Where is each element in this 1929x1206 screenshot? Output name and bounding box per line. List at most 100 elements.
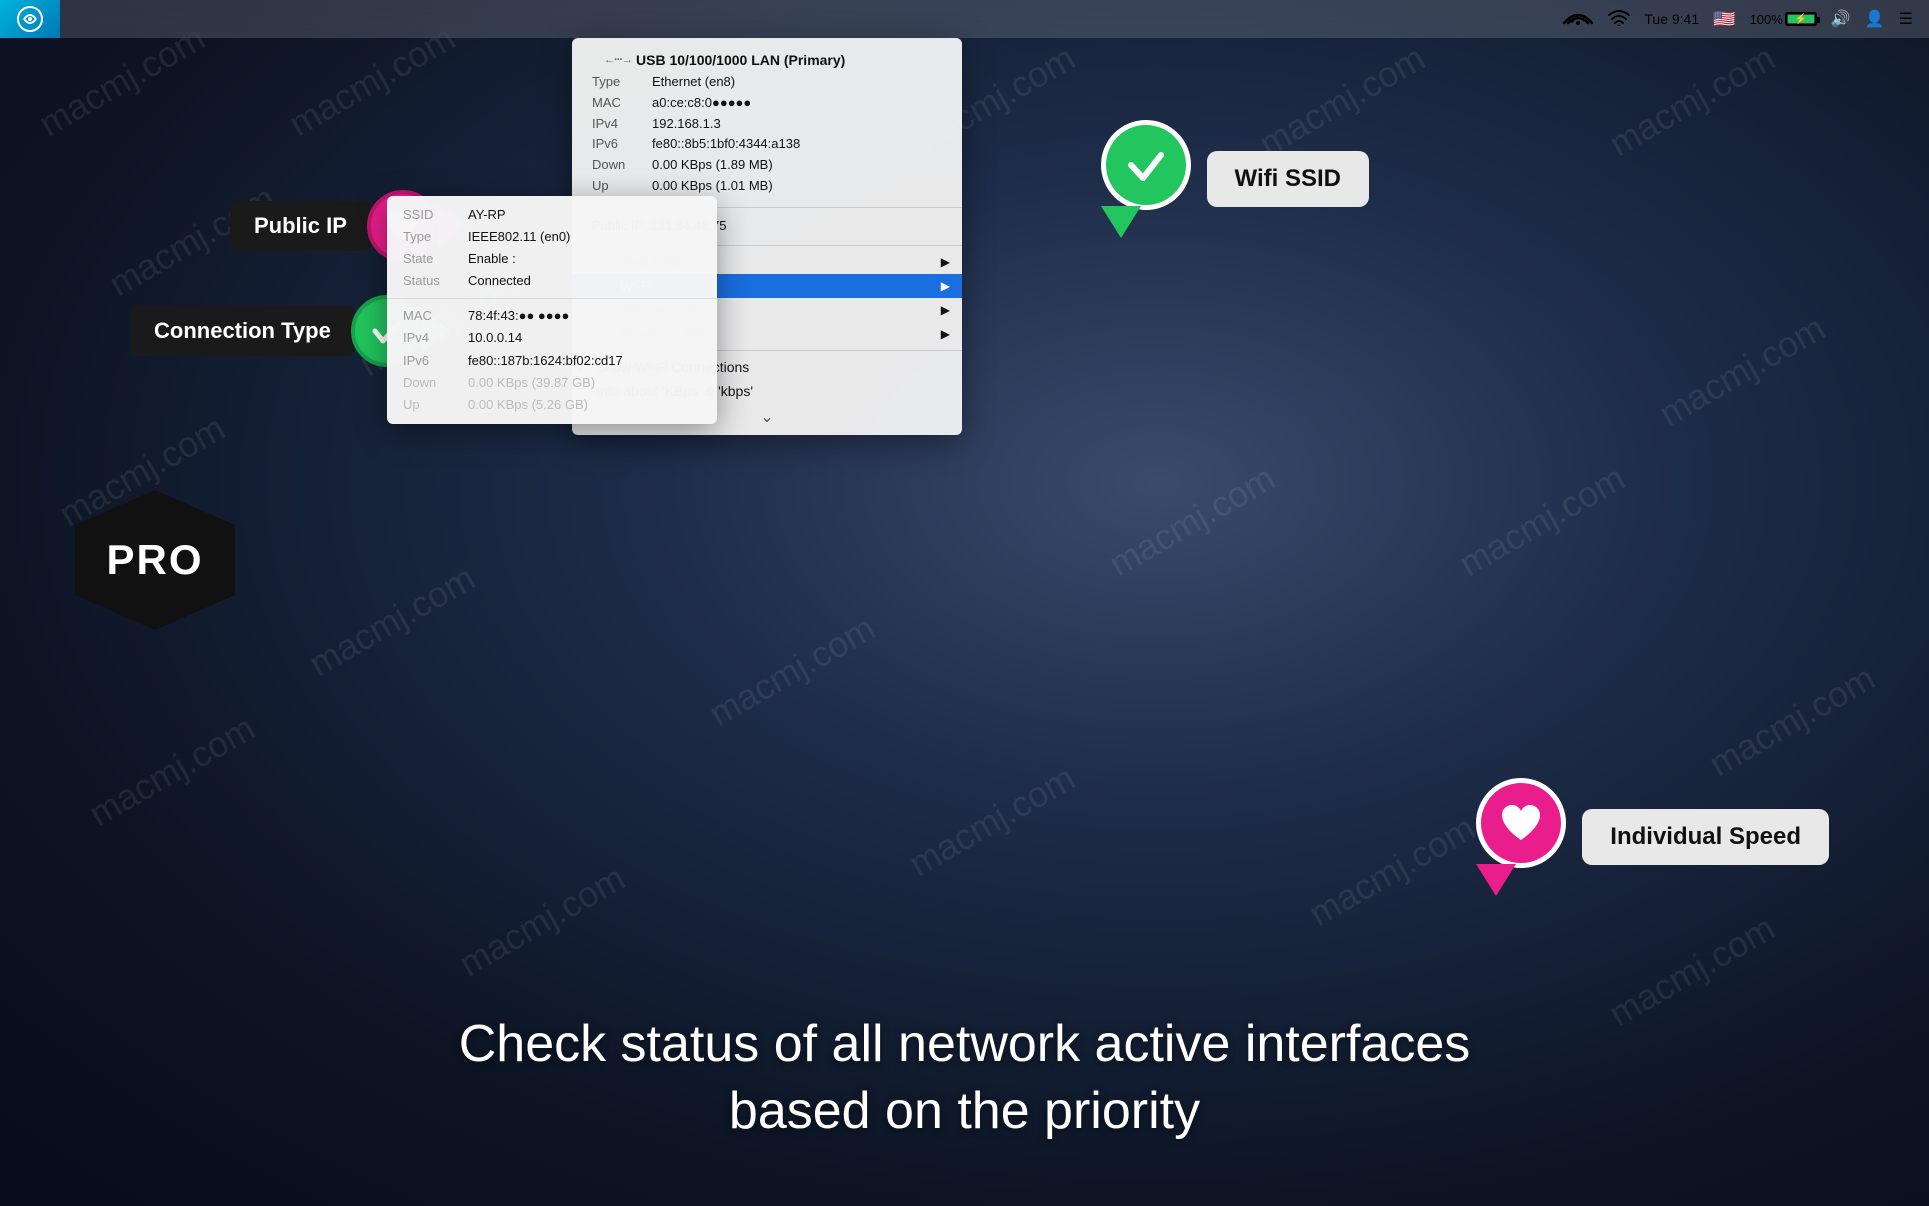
submenu-mac-value: 78:4f:43:●● ●●●●: [468, 305, 569, 327]
pro-badge: PRO: [75, 490, 235, 630]
submenu-ipv6-row: IPv6 fe80::187b:1624:bf02:cd17: [387, 350, 717, 372]
network-speed-icon[interactable]: [1562, 5, 1594, 33]
submenu-down-value: 0.00 KBps (39.87 GB): [468, 372, 595, 394]
usb-icon: ←···→: [604, 54, 632, 66]
submenu-ipv4-label: IPv4: [403, 327, 468, 349]
ipv6-value: fe80::8b5:1bf0:4344:a138: [652, 134, 800, 155]
wifi-ssid-pin: [1101, 120, 1191, 238]
flag-icon[interactable]: 🇺🇸: [1713, 9, 1735, 30]
wifi-check-icon: [1121, 140, 1171, 190]
watermark: macmj.com: [82, 707, 262, 835]
speed-pin-circle: [1476, 778, 1566, 868]
down-label: Down: [592, 155, 652, 176]
submenu-mac-row: MAC 78:4f:43:●● ●●●●: [387, 305, 717, 327]
wifi-ssid-group: Wifi SSID: [1101, 120, 1369, 238]
watermark: macmj.com: [702, 607, 882, 735]
individual-speed-group: Individual Speed: [1476, 778, 1829, 896]
ipv4-label: IPv4: [592, 114, 652, 135]
battery-icon: ⚡: [1785, 12, 1817, 26]
type-row: Type Ethernet (en8): [592, 72, 942, 93]
wifi-type-value: IEEE802.11 (en0): [468, 226, 570, 248]
caption-line1: Check status of all network active inter…: [0, 1011, 1929, 1079]
wifi-icon[interactable]: [1608, 8, 1630, 31]
battery-percent: 100%: [1750, 12, 1783, 27]
mac-label: MAC: [592, 93, 652, 114]
submenu-ipv6-label: IPv6: [403, 350, 468, 372]
speed-pin-tail: [1476, 864, 1516, 896]
watermark: macmj.com: [452, 857, 632, 985]
ssid-value: AY-RP: [468, 204, 506, 226]
usb-lan-title: USB 10/100/1000 LAN (Primary): [636, 52, 845, 68]
submenu-ipv6-value: fe80::187b:1624:bf02:cd17: [468, 350, 623, 372]
up-value: 0.00 KBps (1.01 MB): [652, 176, 773, 197]
up-row: Up 0.00 KBps (1.01 MB): [592, 176, 942, 197]
watermark: macmj.com: [1652, 307, 1832, 435]
status-row: Status Connected: [387, 270, 717, 292]
wifi-type-row: Type IEEE802.11 (en0): [387, 226, 717, 248]
bottom-caption: Check status of all network active inter…: [0, 1011, 1929, 1146]
submenu-divider: [387, 298, 717, 299]
app-icon[interactable]: [0, 0, 60, 38]
submenu-mac-label: MAC: [403, 305, 468, 327]
usb-lan-section: ←···→ USB 10/100/1000 LAN (Primary) Type…: [572, 42, 962, 203]
menubar: Tue 9:41 🇺🇸 100% ⚡ 🔊 👤 ☰: [0, 0, 1929, 38]
submenu-up-row: Up 0.00 KBps (5.26 GB): [387, 394, 717, 416]
watermark: macmj.com: [1302, 807, 1482, 935]
individual-speed-label: Individual Speed: [1582, 809, 1829, 865]
wifi-ssid-label: Wifi SSID: [1207, 151, 1369, 207]
watermark: macmj.com: [902, 757, 1082, 885]
state-value: Enable :: [468, 248, 516, 270]
type-label: Type: [592, 72, 652, 93]
ipv6-row: IPv6 fe80::8b5:1bf0:4344:a138: [592, 134, 942, 155]
wifi-pin-circle: [1101, 120, 1191, 210]
usb-lan-header[interactable]: ←···→ USB 10/100/1000 LAN (Primary): [592, 48, 942, 72]
submenu-up-value: 0.00 KBps (5.26 GB): [468, 394, 588, 416]
ssid-row: SSID AY-RP: [387, 204, 717, 226]
ipad-usb-arrow: ▶: [941, 255, 950, 269]
watermark: macmj.com: [1102, 457, 1282, 585]
watermark: macmj.com: [302, 557, 482, 685]
bluetooth-arrow: ▶: [941, 327, 950, 341]
wifi-pin-tail: [1101, 206, 1141, 238]
ipv4-row: IPv4 192.168.1.3: [592, 114, 942, 135]
user-icon[interactable]: 👤: [1865, 9, 1885, 29]
menubar-time: Tue 9:41: [1644, 11, 1699, 27]
down-row: Down 0.00 KBps (1.89 MB): [592, 155, 942, 176]
volume-icon[interactable]: 🔊: [1831, 9, 1851, 29]
heart-icon-2: [1496, 798, 1546, 848]
submenu-down-row: Down 0.00 KBps (39.87 GB): [387, 372, 717, 394]
iphone-usb-arrow: ▶: [941, 303, 950, 317]
connection-type-label: Connection Type: [130, 306, 355, 356]
app-icon-svg: [16, 5, 44, 33]
individual-speed-pin: [1476, 778, 1566, 896]
submenu-down-label: Down: [403, 372, 468, 394]
ipv4-value: 192.168.1.3: [652, 114, 721, 135]
ssid-label: SSID: [403, 204, 468, 226]
pro-text: PRO: [106, 536, 203, 584]
status-value: Connected: [468, 270, 531, 292]
menu-icon[interactable]: ☰: [1899, 9, 1913, 29]
down-value: 0.00 KBps (1.89 MB): [652, 155, 773, 176]
battery-indicator: 100% ⚡: [1750, 12, 1817, 27]
pro-hexagon: PRO: [75, 490, 235, 630]
wifi-arrow: ▶: [941, 279, 950, 293]
up-label: Up: [592, 176, 652, 197]
mac-value: a0:ce:c8:0●●●●●: [652, 93, 751, 114]
type-value: Ethernet (en8): [652, 72, 735, 93]
watermark: macmj.com: [1452, 457, 1632, 585]
wifi-type-label: Type: [403, 226, 468, 248]
wifi-submenu: SSID AY-RP Type IEEE802.11 (en0) State E…: [387, 196, 717, 424]
public-ip-label: Public IP: [230, 201, 371, 251]
watermark: macmj.com: [1702, 657, 1882, 785]
state-label: State: [403, 248, 468, 270]
status-label: Status: [403, 270, 468, 292]
submenu-ipv4-value: 10.0.0.14: [468, 327, 522, 349]
watermark: macmj.com: [1602, 37, 1782, 165]
menubar-right: Tue 9:41 🇺🇸 100% ⚡ 🔊 👤 ☰: [1562, 5, 1913, 33]
mac-row: MAC a0:ce:c8:0●●●●●: [592, 93, 942, 114]
state-row: State Enable :: [387, 248, 717, 270]
submenu-up-label: Up: [403, 394, 468, 416]
caption-line2: based on the priority: [0, 1078, 1929, 1146]
submenu-ipv4-row: IPv4 10.0.0.14: [387, 327, 717, 349]
ipv6-label: IPv6: [592, 134, 652, 155]
